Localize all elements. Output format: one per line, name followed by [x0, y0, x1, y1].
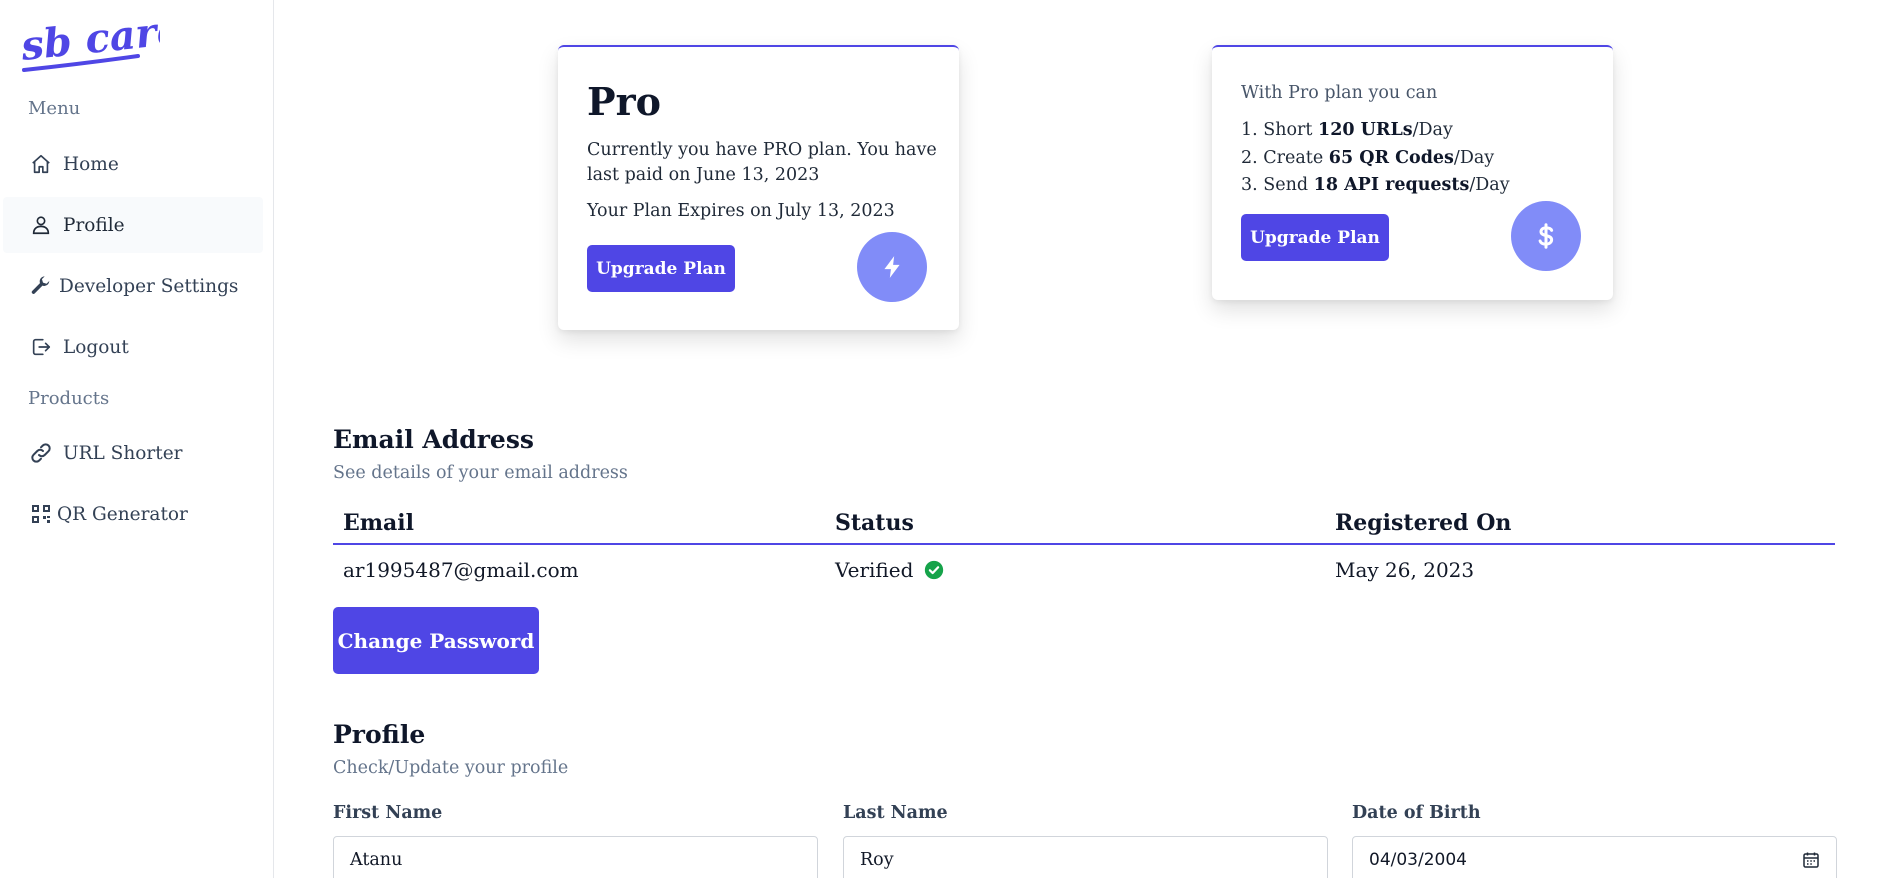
sidebar-item-label: QR Generator [57, 503, 188, 525]
first-name-value: Atanu [350, 850, 403, 870]
logout-icon [29, 335, 53, 359]
sidebar-item-label: Logout [63, 336, 129, 358]
sidebar-item-logout[interactable]: Logout [3, 319, 263, 375]
dob-label: Date of Birth [1352, 803, 1481, 823]
status-badge: Verified [835, 558, 914, 582]
menu-section-label: Menu [28, 98, 81, 119]
last-name-value: Roy [860, 850, 894, 870]
feature-item: 3. Send 18 API requests/Day [1241, 175, 1510, 195]
sidebar-item-developer-settings[interactable]: Developer Settings [3, 258, 263, 314]
last-name-field[interactable]: Roy [843, 836, 1328, 878]
status-cell: Verified [835, 558, 945, 582]
calendar-icon[interactable] [1802, 851, 1820, 869]
qr-code-icon [29, 502, 53, 526]
profile-section-subtitle: Check/Update your profile [333, 758, 569, 778]
column-header-status: Status [835, 510, 914, 536]
products-section-label: Products [28, 388, 110, 409]
column-header-email: Email [343, 510, 415, 536]
upgrade-plan-button-secondary[interactable]: Upgrade Plan [1241, 214, 1389, 261]
sidebar-item-label: URL Shorter [63, 442, 183, 464]
home-icon [29, 152, 53, 176]
email-section-subtitle: See details of your email address [333, 463, 628, 483]
dollar-icon [1511, 201, 1581, 271]
plan-card: Pro Currently you have PRO plan. You hav… [558, 45, 959, 330]
first-name-label: First Name [333, 803, 443, 823]
check-circle-icon [923, 559, 945, 581]
sidebar-item-home[interactable]: Home [3, 136, 263, 192]
sidebar: sb care Menu Home Profile Developer Sett… [0, 0, 274, 878]
email-section-title: Email Address [333, 425, 534, 454]
user-icon [29, 213, 53, 237]
email-value: ar1995487@gmail.com [343, 558, 579, 582]
column-header-registered-on: Registered On [1335, 510, 1512, 536]
dob-value: 04/03/2004 [1369, 850, 1467, 870]
sidebar-item-url-shorter[interactable]: URL Shorter [3, 425, 263, 481]
last-name-label: Last Name [843, 803, 948, 823]
features-intro: With Pro plan you can [1241, 83, 1438, 103]
logo-wordmark: sb care [18, 6, 184, 72]
features-list: 1. Short 120 URLs/Day 2. Create 65 QR Co… [1241, 117, 1510, 200]
feature-item: 1. Short 120 URLs/Day [1241, 120, 1453, 140]
logo[interactable]: sb care [18, 6, 184, 76]
plan-description: Currently you have PRO plan. You have la… [587, 140, 937, 185]
first-name-field[interactable]: Atanu [333, 836, 818, 878]
plan-features-card: With Pro plan you can 1. Short 120 URLs/… [1212, 45, 1613, 300]
link-icon [29, 441, 53, 465]
profile-section-title: Profile [333, 720, 426, 749]
feature-item: 2. Create 65 QR Codes/Day [1241, 147, 1495, 168]
sidebar-item-label: Developer Settings [59, 275, 239, 297]
table-header-divider [333, 543, 1835, 545]
sidebar-item-profile[interactable]: Profile [3, 197, 263, 253]
plan-title: Pro [587, 79, 661, 124]
sidebar-item-label: Profile [63, 214, 125, 236]
upgrade-plan-button[interactable]: Upgrade Plan [587, 245, 735, 292]
change-password-button[interactable]: Change Password [333, 607, 539, 674]
sidebar-item-label: Home [63, 153, 119, 175]
wrench-icon [29, 274, 53, 298]
lightning-icon [857, 232, 927, 302]
sidebar-item-qr-generator[interactable]: QR Generator [3, 486, 263, 542]
registered-on-value: May 26, 2023 [1335, 558, 1475, 582]
dob-field[interactable]: 04/03/2004 [1352, 836, 1837, 878]
plan-expiry: Your Plan Expires on July 13, 2023 [587, 201, 895, 221]
